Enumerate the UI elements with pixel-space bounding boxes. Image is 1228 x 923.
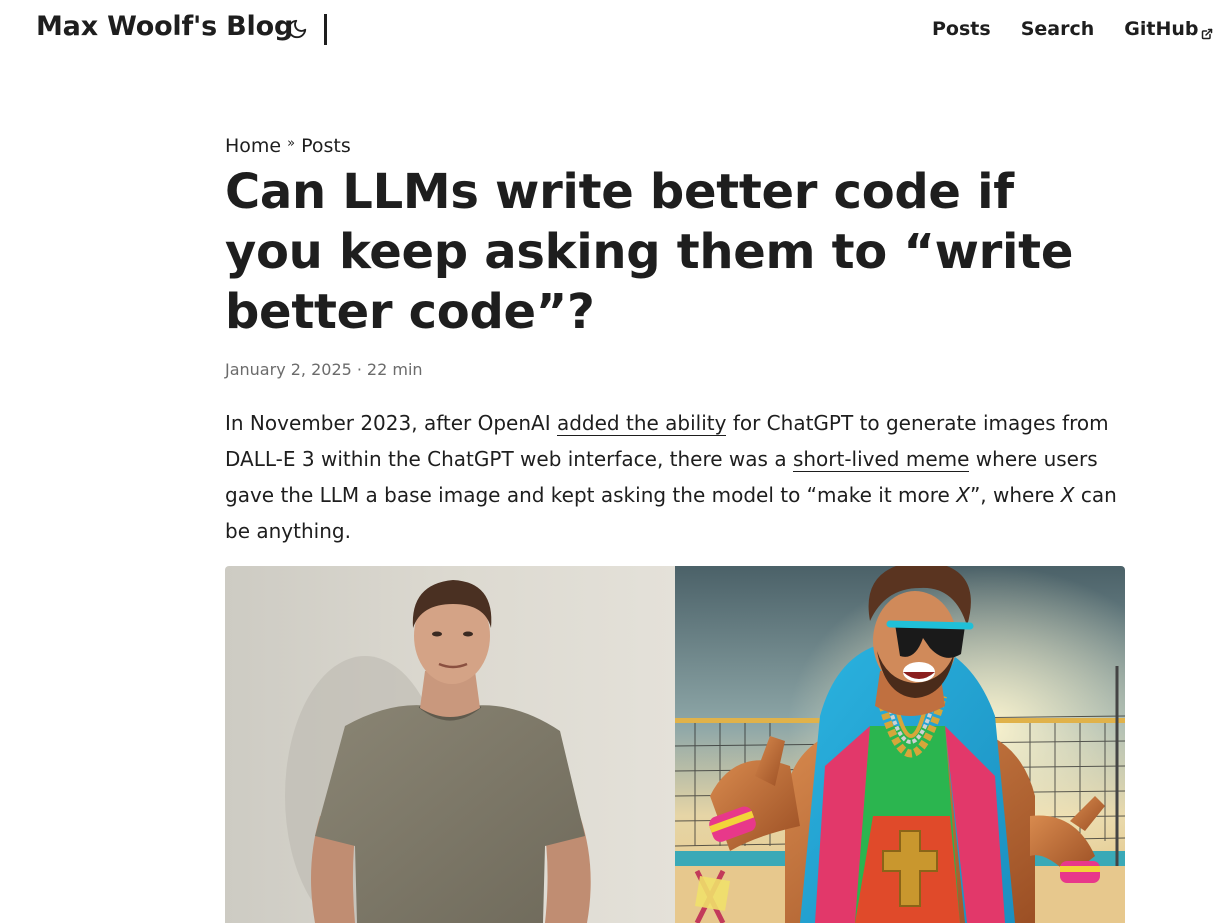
nav-github-label: GitHub xyxy=(1124,18,1199,40)
site-title-link[interactable]: Max Woolf's Blog xyxy=(36,11,293,42)
nav-posts-label: Posts xyxy=(932,18,991,40)
header-divider xyxy=(324,14,327,45)
nav-posts[interactable]: Posts xyxy=(932,18,991,40)
post-meta-separator: · xyxy=(356,360,362,379)
external-link-icon xyxy=(1201,23,1213,40)
nav-search-label: Search xyxy=(1020,18,1095,40)
added-the-ability-link[interactable]: added the ability xyxy=(556,411,727,436)
post-read-time: 22 min xyxy=(366,360,423,379)
base-image xyxy=(225,566,675,923)
nav-github[interactable]: GitHub xyxy=(1124,18,1213,40)
post-hero-image xyxy=(225,566,1125,923)
short-lived-meme-link[interactable]: short-lived meme xyxy=(792,447,970,472)
post-date: January 2, 2025 xyxy=(225,360,352,379)
moon-icon[interactable] xyxy=(286,18,308,40)
nav-search[interactable]: Search xyxy=(1021,18,1095,40)
site-header: Max Woolf's Blog Posts Search GitHub R xyxy=(0,0,1228,60)
breadcrumb-home[interactable]: Home xyxy=(225,135,281,157)
main-nav: Posts Search GitHub R xyxy=(932,18,1228,40)
post-meta: January 2, 2025 · 22 min xyxy=(225,360,1125,379)
breadcrumb: Home » Posts xyxy=(225,130,1125,162)
post-main: Home » Posts Can LLMs write better code … xyxy=(225,130,1125,569)
post-intro-paragraph: In November 2023, after OpenAI added the… xyxy=(225,405,1125,549)
intro-text-4: ”, where xyxy=(969,483,1061,507)
intro-x-1: X xyxy=(956,483,970,507)
breadcrumb-posts[interactable]: Posts xyxy=(301,135,351,157)
intro-text-1: In November 2023, after OpenAI xyxy=(225,411,557,435)
post-title: Can LLMs write better code if you keep a… xyxy=(225,164,1074,340)
breadcrumb-separator: » xyxy=(287,135,296,151)
make-it-more-x-image xyxy=(675,566,1125,923)
intro-x-2: X xyxy=(1060,483,1075,507)
